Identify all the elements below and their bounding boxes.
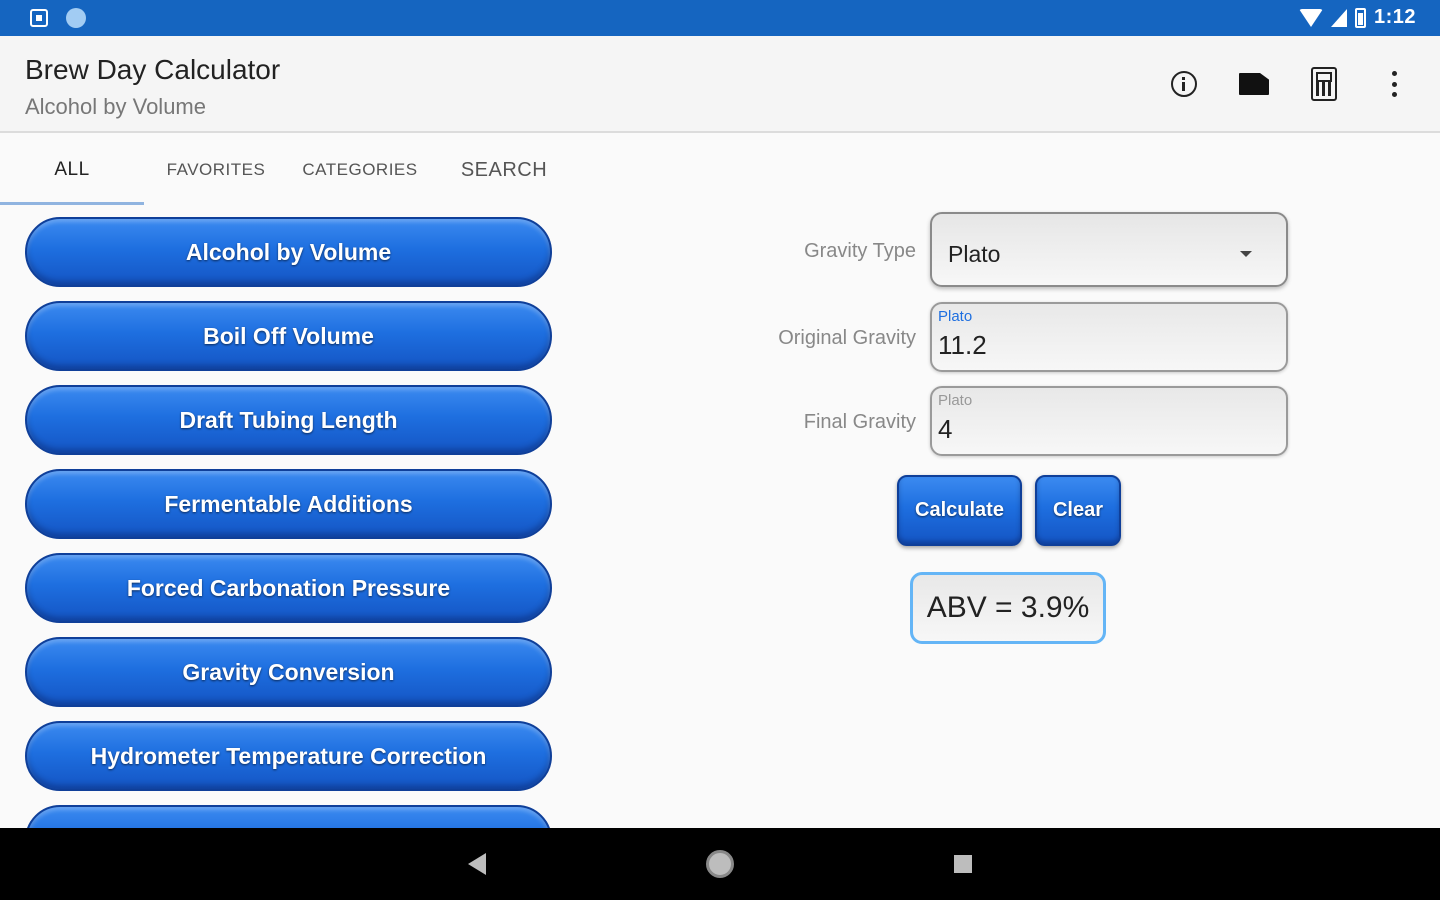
calc-draft-tubing-length-button[interactable]: Draft Tubing Length xyxy=(25,385,552,455)
back-icon[interactable] xyxy=(468,853,486,875)
tab-search[interactable]: SEARCH xyxy=(432,135,576,205)
more-vert-icon xyxy=(1391,71,1397,97)
signal-icon xyxy=(1330,8,1347,27)
notification-icon xyxy=(30,9,48,27)
calc-next-button[interactable] xyxy=(25,805,552,828)
calculate-button[interactable]: Calculate xyxy=(897,475,1022,546)
original-gravity-value: 11.2 xyxy=(938,330,987,360)
calc-hydrometer-temperature-correction-button[interactable]: Hydrometer Temperature Correction xyxy=(25,721,552,791)
tab-bar: ALL FAVORITES CATEGORIES SEARCH xyxy=(0,135,576,205)
original-gravity-label: Original Gravity xyxy=(778,327,916,349)
dropdown-arrow-icon xyxy=(1240,251,1252,257)
gravity-type-label: Gravity Type xyxy=(804,240,916,262)
gravity-type-select[interactable]: Plato xyxy=(930,212,1288,287)
clear-button[interactable]: Clear xyxy=(1035,475,1121,546)
app-subtitle: Alcohol by Volume xyxy=(25,94,206,119)
system-nav-bar xyxy=(0,828,1440,900)
final-gravity-label: Final Gravity xyxy=(803,411,916,433)
calc-boil-off-volume-button[interactable]: Boil Off Volume xyxy=(25,301,552,371)
home-icon[interactable] xyxy=(706,850,734,878)
status-time: 1:12 xyxy=(1373,6,1416,28)
recent-apps-icon[interactable] xyxy=(954,855,972,873)
wifi-icon xyxy=(1298,8,1323,27)
gravity-type-value: Plato xyxy=(948,241,1001,267)
calc-gravity-conversion-button[interactable]: Gravity Conversion xyxy=(25,637,552,707)
calculator-icon xyxy=(1311,67,1337,101)
original-gravity-hint: Plato xyxy=(938,308,973,325)
calc-forced-carbonation-pressure-button[interactable]: Forced Carbonation Pressure xyxy=(25,553,552,623)
status-bar: 1:12 xyxy=(0,0,1440,36)
calculator-list[interactable]: Alcohol by Volume Boil Off Volume Draft … xyxy=(25,217,553,828)
abv-result: ABV = 3.9% xyxy=(910,572,1106,644)
folder-icon xyxy=(1239,73,1269,95)
original-gravity-input[interactable]: Plato 11.2 xyxy=(930,302,1288,372)
calc-alcohol-by-volume-button[interactable]: Alcohol by Volume xyxy=(25,217,552,287)
calc-fermentable-additions-button[interactable]: Fermentable Additions xyxy=(25,469,552,539)
final-gravity-input[interactable]: Plato 4 xyxy=(930,386,1288,456)
final-gravity-value: 4 xyxy=(938,414,953,444)
tab-all[interactable]: ALL xyxy=(0,135,144,205)
tab-categories[interactable]: CATEGORIES xyxy=(288,135,432,205)
tab-favorites[interactable]: FAVORITES xyxy=(144,135,288,205)
more-options-button[interactable] xyxy=(1376,66,1412,102)
info-icon xyxy=(1171,71,1197,97)
sync-icon xyxy=(66,8,86,28)
final-gravity-hint: Plato xyxy=(938,392,973,409)
app-title: Brew Day Calculator xyxy=(25,54,281,85)
app-bar: Brew Day Calculator Alcohol by Volume xyxy=(0,36,1440,133)
folder-button[interactable] xyxy=(1236,66,1272,102)
calculator-button[interactable] xyxy=(1306,66,1342,102)
info-button[interactable] xyxy=(1166,66,1202,102)
battery-icon xyxy=(1354,7,1366,28)
